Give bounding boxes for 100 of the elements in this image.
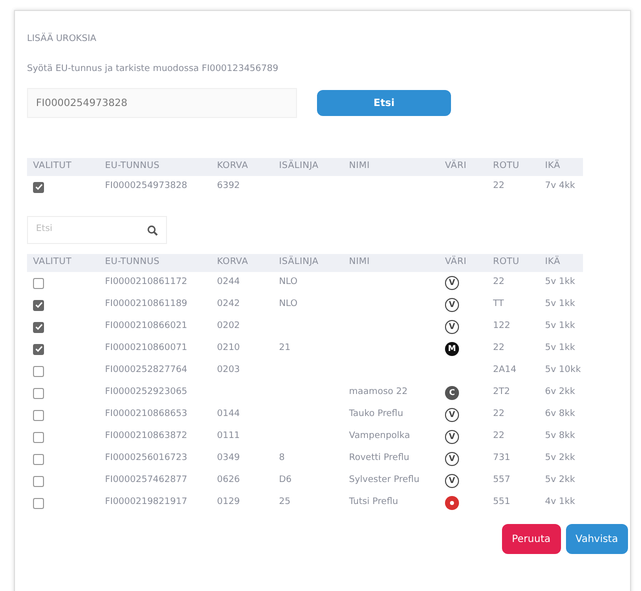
color-badge: V [445, 474, 459, 488]
filter-input[interactable]: Etsi [36, 223, 126, 237]
table-cell-text: 122 [492, 320, 512, 334]
name-cell-text: Tauko Preflu [348, 408, 404, 422]
eu-id-cell-text: FI0000219821917 [104, 496, 188, 510]
column-header: EU-TUNNUS [104, 256, 161, 270]
table-cell-text: NLO [278, 276, 299, 290]
table-cell-text: 0144 [216, 408, 241, 422]
dialog-title: LISÄÄ UROKSIA [27, 33, 98, 46]
table-cell-text: 6v 2kk [544, 386, 576, 400]
instruction-text: Syötä EU-tunnus ja tarkiste muodossa FI000123456789 [27, 62, 280, 76]
table-cell-text: 2T2 [492, 386, 511, 400]
checkbox[interactable] [33, 454, 44, 464]
color-badge: C [445, 386, 459, 400]
table-cell-text: 5v 2kk [544, 474, 576, 488]
eu-id-cell-text: FI0000210866021 [104, 320, 188, 334]
table-cell-text: 7v 4kk [544, 180, 576, 194]
name-cell-text: Vampenpolka [348, 430, 411, 444]
eu-id-cell-text: FI0000210861172 [104, 276, 188, 290]
table-cell-text: 22 [492, 276, 506, 290]
color-badge: V [445, 408, 459, 422]
eu-id-cell-text: FI0000257462877 [104, 474, 188, 488]
table-cell-text: D6 [278, 474, 293, 488]
column-header: NIMI [348, 160, 371, 174]
eu-id-cell-text: FI0000252827764 [104, 364, 188, 378]
check-icon [34, 323, 42, 331]
table-cell-text: 5v 1kk [544, 276, 576, 290]
column-header: VALITUT [32, 256, 73, 270]
checkbox[interactable] [33, 366, 44, 376]
table-cell-text: 0210 [216, 342, 241, 356]
table-cell-text: 2A14 [492, 364, 518, 378]
column-header: ISÄLINJA [278, 160, 320, 174]
table-cell-text: 731 [492, 452, 512, 466]
table-cell-text: 22 [492, 408, 506, 422]
eu-id-cell-text: FI0000210860071 [104, 342, 188, 356]
table-cell-text: 0129 [216, 496, 241, 510]
check-icon [34, 345, 42, 353]
search-button[interactable]: Etsi [317, 90, 451, 116]
table-cell-text: 5v 10kk [544, 364, 582, 378]
column-header: ROTU [492, 256, 520, 270]
checkbox[interactable] [33, 388, 44, 398]
eu-id-cell-text: FI0000256016723 [104, 452, 188, 466]
checkbox[interactable] [33, 344, 44, 354]
table-cell-text: 22 [492, 342, 506, 356]
table-cell-text: 0242 [216, 298, 241, 312]
table-cell-text: 8 [278, 452, 286, 466]
eu-id-field[interactable]: FI0000254973828 [27, 88, 297, 118]
table-cell-text: 0349 [216, 452, 241, 466]
table-cell-text: NLO [278, 298, 299, 312]
table-cell-text: 557 [492, 474, 512, 488]
color-badge: V [445, 452, 459, 466]
color-badge: V [445, 298, 459, 312]
table-cell-text: TT [492, 298, 505, 312]
name-cell-text: Tutsi Preflu [348, 496, 400, 510]
column-header: VALITUT [32, 160, 73, 174]
checkbox[interactable] [33, 300, 44, 310]
check-icon [34, 301, 42, 309]
checkbox[interactable] [33, 432, 44, 442]
search-icon [147, 224, 158, 236]
table-cell-text: 6392 [216, 180, 241, 194]
checkbox[interactable] [33, 410, 44, 420]
column-header: ROTU [492, 160, 520, 174]
column-header: EU-TUNNUS [104, 160, 161, 174]
table-cell-text: 5v 8kk [544, 430, 576, 444]
eu-id-cell-text: FI0000210861189 [104, 298, 188, 312]
column-header: KORVA [216, 256, 250, 270]
color-badge: V [445, 430, 459, 444]
checkbox[interactable] [33, 182, 44, 192]
check-icon [34, 183, 42, 191]
column-header: VÄRI [444, 256, 468, 270]
color-badge: V [445, 276, 459, 290]
column-header: IKÄ [544, 160, 562, 174]
column-header: IKÄ [544, 256, 562, 270]
name-cell-text: maamoso 22 [348, 386, 409, 400]
name-cell-text: Rovetti Preflu [348, 452, 410, 466]
column-header: VÄRI [444, 160, 468, 174]
checkbox[interactable] [33, 322, 44, 332]
checkbox[interactable] [33, 498, 44, 508]
column-header: ISÄLINJA [278, 256, 320, 270]
eu-id-cell-text: FI0000252923065 [104, 386, 188, 400]
table-cell-text: 25 [278, 496, 292, 510]
table-cell-text: 22 [492, 180, 506, 194]
table-cell-text: 5v 1kk [544, 320, 576, 334]
cancel-button[interactable]: Peruuta [502, 524, 560, 554]
eu-id-cell-text: FI0000210863872 [104, 430, 188, 444]
table-cell-text: 0244 [216, 276, 241, 290]
checkbox[interactable] [33, 476, 44, 486]
table-cell-text: 0626 [216, 474, 241, 488]
checkbox[interactable] [33, 278, 44, 288]
table-cell-text: 21 [278, 342, 292, 356]
filter-field[interactable]: Etsi [27, 216, 167, 244]
table-cell-text: 22 [492, 430, 506, 444]
table-cell-text: 5v 1kk [544, 342, 576, 356]
table-cell-text: 0203 [216, 364, 241, 378]
table-cell-text: 4v 1kk [544, 496, 576, 510]
table-cell-text: 551 [492, 496, 512, 510]
eu-id-cell-text: FI0000210868653 [104, 408, 188, 422]
confirm-button[interactable]: Vahvista [566, 524, 628, 554]
table-cell-text: 0111 [216, 430, 241, 444]
color-badge: V [445, 320, 459, 334]
